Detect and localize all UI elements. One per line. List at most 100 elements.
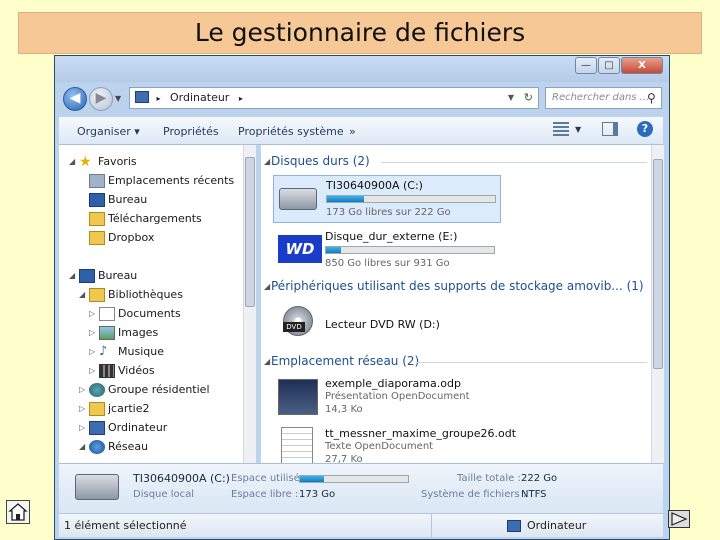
tree-item-libraries[interactable]: Bibliothèques — [89, 286, 183, 304]
tree-item-videos[interactable]: Vidéos — [99, 362, 155, 380]
drive-e-tile[interactable]: WD Disque_dur_externe (E:) 850 Go libres… — [273, 227, 501, 275]
details-free-label: Espace libre : — [231, 489, 299, 500]
navigation-scrollbar[interactable] — [243, 145, 256, 463]
desktop-icon — [89, 193, 105, 207]
expand-libraries-icon[interactable]: ◢ — [79, 290, 85, 299]
network-item-type: Présentation OpenDocument — [325, 391, 470, 402]
close-button[interactable]: X — [621, 57, 663, 74]
tree-item-bureau-fav[interactable]: Bureau — [89, 191, 147, 209]
drive-c-tile[interactable]: TI30640900A (C:) 173 Go libres sur 222 G… — [273, 175, 501, 223]
group-network[interactable]: Emplacement réseau (2) — [271, 354, 419, 368]
content-scrollbar[interactable] — [651, 145, 664, 463]
homegroup-icon — [89, 383, 105, 397]
details-fs-value: NTFS — [521, 489, 547, 500]
preview-pane-icon[interactable] — [602, 122, 618, 136]
details-total-value: 222 Go — [521, 473, 558, 484]
address-dropdown-icon[interactable]: ▼ — [508, 88, 514, 108]
computer-icon — [135, 91, 149, 103]
properties-button[interactable]: Propriétés — [163, 125, 219, 138]
expand-user-icon[interactable]: ▷ — [79, 404, 85, 413]
network-item[interactable]: tt_messner_maxime_groupe26.odt Texte Ope… — [273, 425, 516, 463]
status-bar: 1 élément sélectionné Ordinateur — [59, 513, 663, 538]
more-commands-button[interactable]: » — [349, 125, 356, 138]
navigation-scroll-thumb[interactable] — [245, 157, 255, 307]
minimize-button[interactable]: — — [575, 57, 597, 74]
group-hard-disks[interactable]: Disques durs (2) — [271, 154, 370, 168]
expand-favorites-icon[interactable]: ◢ — [69, 157, 75, 166]
tree-item-reseau[interactable]: Réseau — [89, 438, 148, 456]
address-bar[interactable]: ▸ Ordinateur ▸ ▼ ↻ — [129, 87, 539, 109]
collapse-hard-disks-icon[interactable]: ◢ — [264, 157, 270, 166]
tree-item-documents[interactable]: Documents — [99, 305, 181, 323]
tree-item-images[interactable]: Images — [99, 324, 158, 342]
network-item[interactable]: exemple_diaporama.odp Présentation OpenD… — [273, 375, 501, 423]
expand-network-icon[interactable]: ◢ — [79, 442, 85, 451]
status-selection-count: 1 élément sélectionné — [64, 519, 187, 532]
desktop-icon — [79, 269, 95, 283]
navigation-pane: ◢ ★ Favoris Emplacements récents Bureau T… — [59, 145, 256, 463]
tree-item-music[interactable]: ♪ Musique — [99, 343, 164, 361]
network-item-size: 27,7 Ko — [325, 454, 363, 463]
slide-title: Le gestionnaire de fichiers — [18, 12, 702, 54]
home-button[interactable] — [6, 500, 30, 524]
history-dropdown-icon[interactable]: ▼ — [115, 94, 121, 103]
videos-icon — [99, 364, 115, 378]
details-fs-label: Système de fichiers : — [421, 489, 527, 500]
explorer-window: — □ X ◀ ▶ ▼ ▸ Ordinateur ▸ ▼ ↻ Recherche… — [54, 55, 670, 540]
expand-homegroup-icon[interactable]: ▷ — [79, 385, 85, 394]
tree-item-favoris[interactable]: ★ Favoris — [79, 153, 137, 171]
network-item-name: exemple_diaporama.odp — [325, 377, 461, 390]
refresh-icon[interactable]: ↻ — [524, 88, 533, 108]
libraries-icon — [89, 288, 105, 302]
presentation-thumbnail-icon — [278, 379, 318, 415]
content-scroll-thumb[interactable] — [653, 159, 663, 369]
group-divider — [416, 362, 647, 363]
network-icon — [89, 440, 105, 454]
search-input[interactable]: Rechercher dans ... — [545, 87, 662, 109]
maximize-button[interactable]: □ — [598, 57, 620, 74]
recent-places-icon — [89, 174, 105, 188]
tree-item-homegroup[interactable]: Groupe résidentiel — [89, 381, 210, 399]
address-path-item[interactable]: Ordinateur — [170, 91, 229, 104]
details-drive-name: TI30640900A (C:) — [133, 472, 230, 485]
tree-item-dropbox[interactable]: Dropbox — [89, 229, 154, 247]
dvd-drive-tile[interactable]: DVD Lecteur DVD RW (D:) — [273, 300, 501, 344]
view-dropdown-icon[interactable]: ▼ — [575, 125, 581, 134]
dropbox-folder-icon — [89, 231, 105, 245]
forward-button[interactable]: ▶ — [89, 87, 113, 111]
expand-images-icon[interactable]: ▷ — [89, 328, 95, 337]
help-icon[interactable]: ? — [637, 121, 653, 137]
tree-item-jcartie2[interactable]: jcartie2 — [89, 400, 150, 418]
network-item-size: 14,3 Ko — [325, 404, 363, 415]
tree-item-recent[interactable]: Emplacements récents — [89, 172, 234, 190]
tree-item-ordinateur[interactable]: Ordinateur — [89, 419, 167, 437]
group-removable[interactable]: Périphériques utilisant des supports de … — [271, 279, 644, 293]
system-properties-button[interactable]: Propriétés système — [238, 125, 344, 138]
expand-documents-icon[interactable]: ▷ — [89, 309, 95, 318]
drive-c-name: TI30640900A (C:) — [326, 179, 423, 192]
tree-item-bureau[interactable]: Bureau — [79, 267, 137, 285]
star-icon: ★ — [79, 154, 92, 170]
expand-music-icon[interactable]: ▷ — [89, 347, 95, 356]
wd-logo-icon: WD — [278, 235, 322, 263]
dvd-badge: DVD — [283, 322, 305, 332]
title-bar: — □ X — [55, 56, 669, 82]
expand-videos-icon[interactable]: ▷ — [89, 366, 95, 375]
collapse-network-icon[interactable]: ◢ — [264, 357, 270, 366]
details-drive-type: Disque local — [133, 489, 195, 500]
drive-c-free-space: 173 Go libres sur 222 Go — [326, 207, 451, 218]
organize-button[interactable]: Organiser ▾ — [77, 125, 140, 138]
documents-icon — [99, 307, 115, 321]
details-pane: TI30640900A (C:) Disque local Espace uti… — [59, 463, 663, 513]
view-options-icon[interactable] — [553, 122, 569, 136]
collapse-removable-icon[interactable]: ◢ — [264, 282, 270, 291]
command-bar: Organiser ▾ Propriétés Propriétés systèm… — [59, 116, 663, 145]
expand-desktop-icon[interactable]: ◢ — [69, 271, 75, 280]
hard-drive-icon — [75, 474, 119, 500]
back-button[interactable]: ◀ — [63, 87, 87, 111]
downloads-folder-icon — [89, 212, 105, 226]
tree-item-downloads[interactable]: Téléchargements — [89, 210, 202, 228]
next-slide-button[interactable] — [668, 510, 690, 528]
details-used-label: Espace utilisé : — [231, 473, 307, 484]
expand-computer-icon[interactable]: ▷ — [79, 423, 85, 432]
